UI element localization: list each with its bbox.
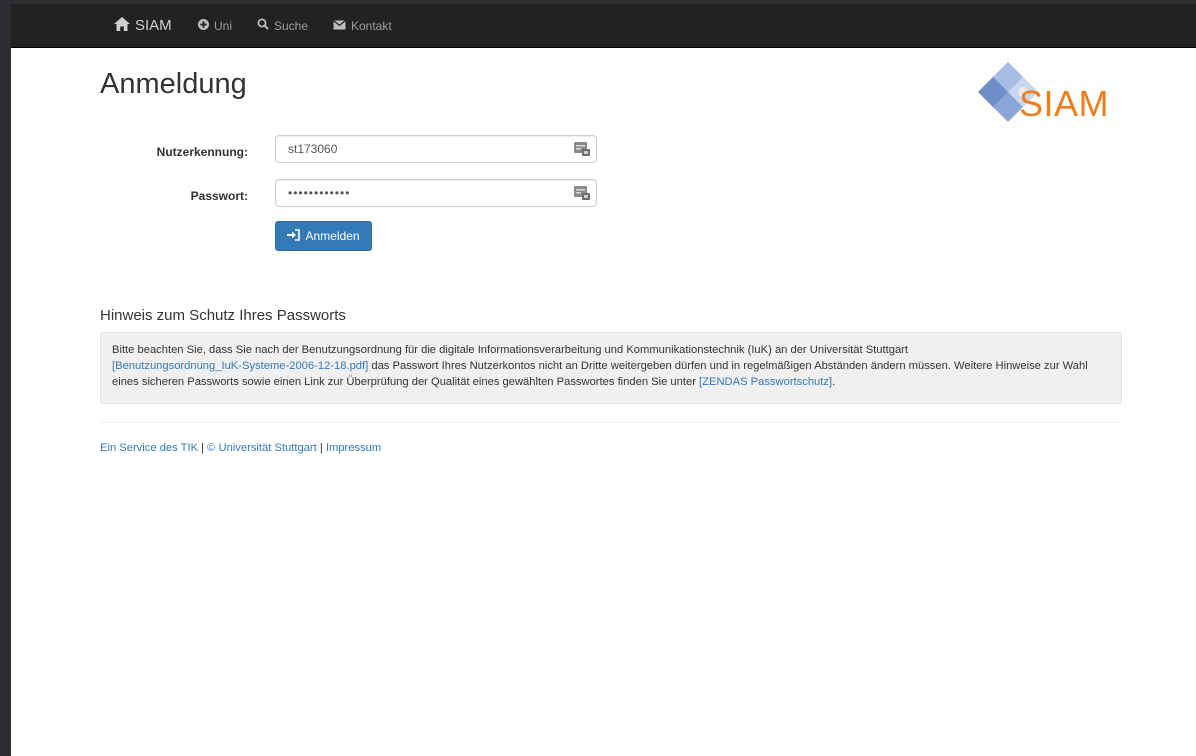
password-manager-icon[interactable]: [574, 186, 590, 200]
notice-heading: Hinweis zum Schutz Ihres Passworts: [100, 307, 346, 324]
search-icon: [257, 18, 274, 33]
envelope-icon: [333, 19, 351, 33]
nav-brand-label: SIAM: [135, 17, 172, 34]
benutzungsordnung-link[interactable]: [Benutzungsordnung_IuK-Systeme-2006-12-1…: [112, 360, 368, 372]
username-value: st173060: [288, 142, 338, 156]
login-button[interactable]: Anmelden: [275, 221, 372, 251]
page-title: Anmeldung: [100, 68, 247, 100]
footer-separator: |: [316, 442, 326, 454]
nav-brand-siam[interactable]: SIAM: [114, 4, 172, 47]
footer-link-copyright[interactable]: © Universität Stuttgart: [207, 442, 317, 454]
browser-viewport: SIAM Uni Suche Kontakt Anmeldung SIAM Nu…: [11, 4, 1196, 756]
nav-item-uni-label: Uni: [214, 18, 233, 33]
password-field[interactable]: ••••••••••••: [275, 179, 597, 207]
nav-item-kontakt[interactable]: Kontakt: [333, 4, 392, 47]
password-value: ••••••••••••: [288, 186, 351, 200]
footer-link-impressum[interactable]: Impressum: [326, 442, 381, 454]
password-manager-icon[interactable]: [574, 142, 590, 156]
nav-item-kontakt-label: Kontakt: [351, 18, 392, 33]
nav-item-suche[interactable]: Suche: [257, 4, 308, 47]
plus-circle-icon: [198, 18, 214, 33]
footer-separator: |: [198, 442, 208, 454]
nav-item-uni[interactable]: Uni: [198, 4, 232, 47]
notice-box: Bitte beachten Sie, dass Sie nach der Be…: [100, 332, 1122, 404]
username-label: Nutzerkennung:: [156, 145, 248, 159]
zendas-link[interactable]: [ZENDAS Passwortschutz]: [699, 376, 832, 388]
login-button-label: Anmelden: [305, 229, 360, 243]
password-label: Passwort:: [190, 189, 248, 203]
notice-text-3: .: [832, 376, 836, 388]
notice-text-1: Bitte beachten Sie, dass Sie nach der Be…: [112, 344, 909, 356]
nav-item-suche-label: Suche: [274, 18, 309, 33]
footer-divider: [100, 422, 1122, 423]
home-icon: [114, 16, 135, 35]
footer: Ein Service des TIK | © Universität Stut…: [100, 442, 381, 454]
top-navbar: SIAM Uni Suche Kontakt: [11, 4, 1196, 48]
logo-text: SIAM: [1019, 83, 1110, 124]
footer-link-tik[interactable]: Ein Service des TIK: [100, 442, 198, 454]
siam-logo: SIAM: [976, 60, 1126, 130]
login-icon: [287, 228, 305, 244]
username-field[interactable]: st173060: [275, 135, 597, 163]
